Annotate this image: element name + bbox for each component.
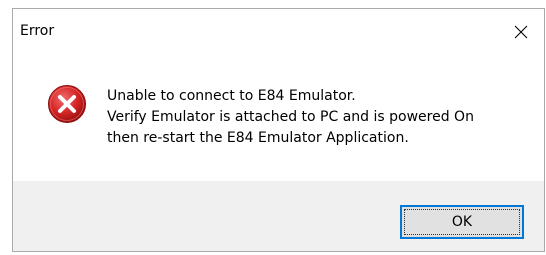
message-line: then re-start the E84 Emulator Applicati… <box>107 130 409 146</box>
ok-button[interactable]: OK <box>400 205 524 239</box>
button-bar: OK <box>13 181 544 251</box>
close-icon <box>514 25 528 39</box>
dialog-title: Error <box>20 23 55 39</box>
title-bar: Error <box>13 9 544 55</box>
close-button[interactable] <box>498 9 544 55</box>
error-message: Unable to connect to E84 Emulator. Verif… <box>107 86 474 149</box>
dialog-content: Unable to connect to E84 Emulator. Verif… <box>13 55 544 183</box>
message-line: Unable to connect to E84 Emulator. <box>107 88 356 104</box>
message-line: Verify Emulator is attached to PC and is… <box>107 109 474 125</box>
error-dialog: Error Unable to connect to E84 Emulator.… <box>12 8 545 252</box>
error-icon <box>48 85 86 123</box>
